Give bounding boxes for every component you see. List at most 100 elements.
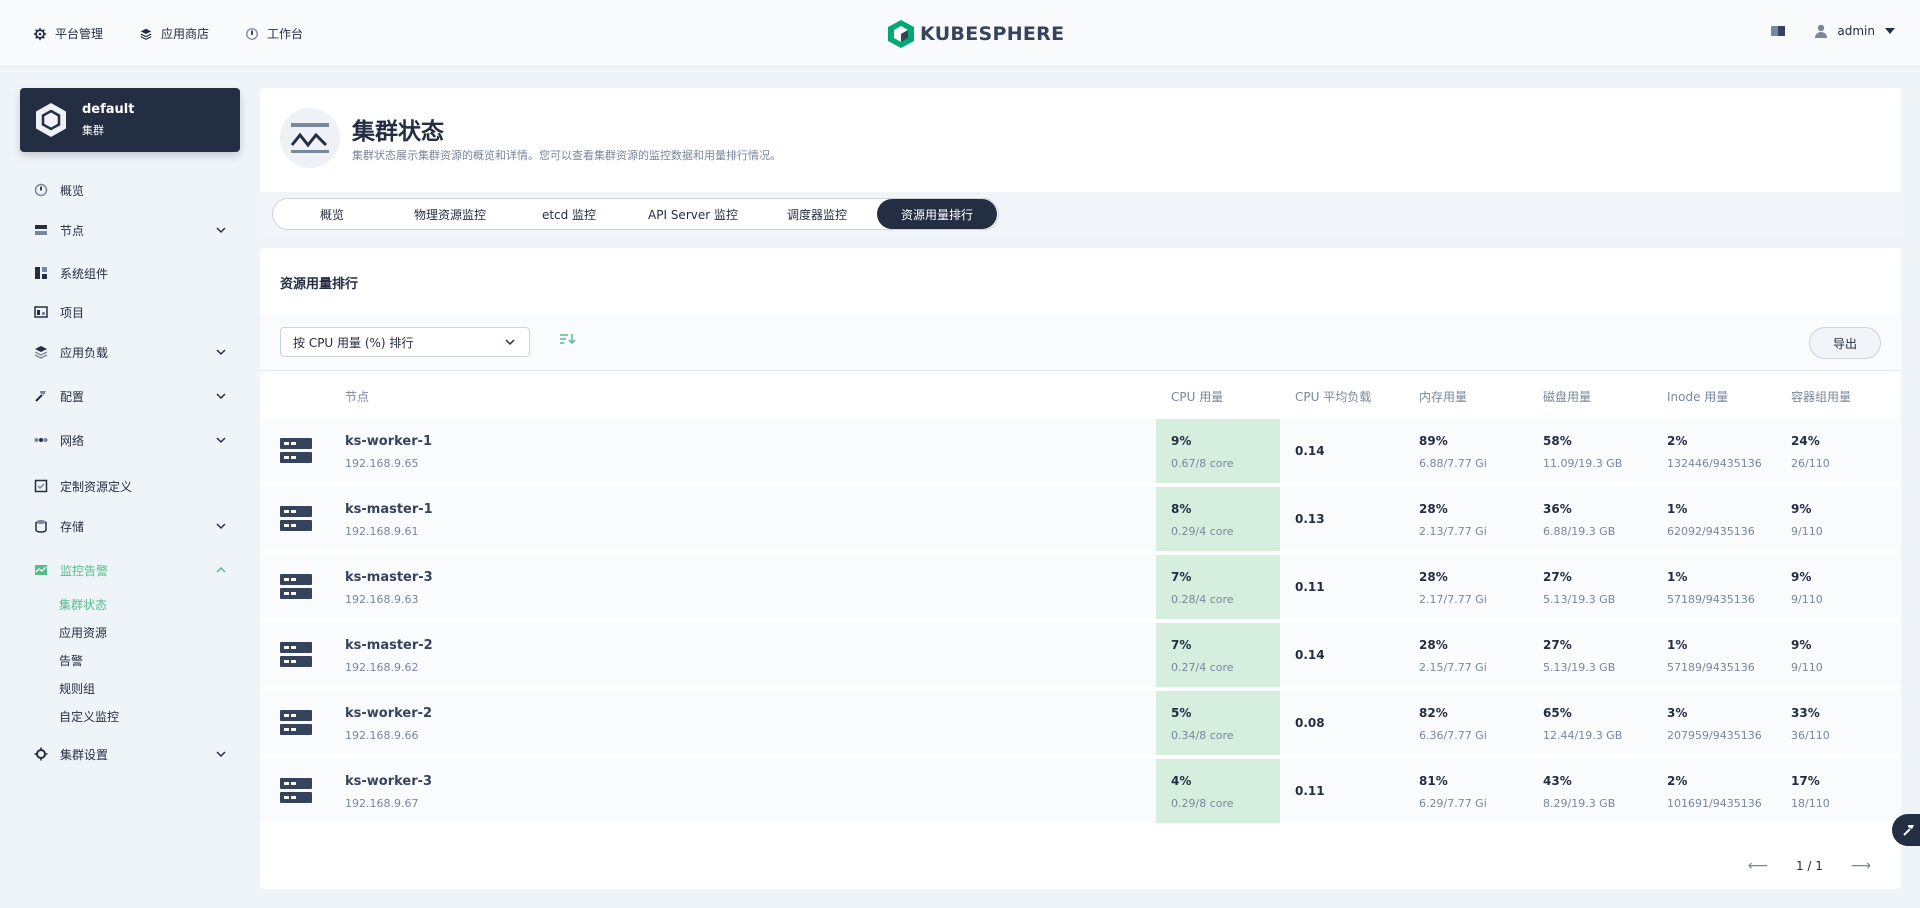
crd-icon <box>34 479 48 493</box>
pagination: ⟵ 1 / 1 ⟶ <box>1748 858 1871 874</box>
sidebar-item-cluster-settings[interactable]: 集群设置 <box>20 739 240 769</box>
submenu-alerts[interactable]: 告警 <box>59 652 83 669</box>
sidebar-item-network[interactable]: 网络 <box>20 425 240 455</box>
disk-usage-detail: 11.09/19.3 GB <box>1543 457 1623 470</box>
node-ip: 192.168.9.66 <box>345 729 419 742</box>
node-ip: 192.168.9.65 <box>345 457 419 470</box>
brand-logo[interactable]: KUBESPHERE <box>888 20 1064 48</box>
table-row[interactable]: ks-master-2 192.168.9.62 7% 0.27/4 core 0.14… <box>260 623 1901 687</box>
tab-physical-resources[interactable]: 物理资源监控 <box>391 199 509 229</box>
cpu-cell-highlight: 4% 0.29/8 core <box>1156 759 1280 823</box>
tab-api-server[interactable]: API Server 监控 <box>629 199 757 229</box>
table-row[interactable]: ks-worker-1 192.168.9.65 9% 0.67/8 core 0.14… <box>260 419 1901 483</box>
memory-usage-detail: 6.29/7.77 Gi <box>1419 797 1487 810</box>
disk-usage: 27% <box>1543 638 1572 652</box>
submenu-custom-monitoring[interactable]: 自定义监控 <box>59 708 119 725</box>
cpu-load: 0.13 <box>1295 512 1325 526</box>
nav-workbench[interactable]: 工作台 <box>245 25 303 42</box>
inode-usage-detail: 57189/9435136 <box>1667 593 1755 606</box>
cpu-usage: 7% <box>1171 570 1192 584</box>
page-indicator: 1 / 1 <box>1795 859 1823 873</box>
node-name-link[interactable]: ks-master-1 <box>345 502 433 517</box>
column-header-disk[interactable]: 磁盘用量 <box>1543 388 1591 405</box>
submenu-app-resources[interactable]: 应用资源 <box>59 624 107 641</box>
cpu-cell-highlight: 7% 0.27/4 core <box>1156 623 1280 687</box>
nav-platform-management[interactable]: 平台管理 <box>33 25 103 42</box>
tab-etcd[interactable]: etcd 监控 <box>509 199 629 229</box>
chevron-down-icon <box>216 523 226 530</box>
submenu-rule-groups[interactable]: 规则组 <box>59 680 95 697</box>
notification-icon[interactable] <box>1771 25 1786 37</box>
user-menu[interactable]: admin <box>1815 24 1895 38</box>
page-description: 集群状态展示集群资源的概览和详情。您可以查看集群资源的监控数据和用量排行情况。 <box>352 149 781 162</box>
sidebar-item-config[interactable]: 配置 <box>20 381 240 411</box>
cluster-info: default 集群 <box>82 102 134 138</box>
cpu-usage: 8% <box>1171 502 1192 516</box>
tab-overview[interactable]: 概览 <box>273 199 391 229</box>
inode-usage-detail: 62092/9435136 <box>1667 525 1755 538</box>
node-name-link[interactable]: ks-worker-1 <box>345 434 432 449</box>
platform-gear-icon <box>33 27 47 40</box>
sidebar-item-label: 定制资源定义 <box>60 479 133 494</box>
export-button[interactable]: 导出 <box>1809 327 1881 359</box>
nav-app-store[interactable]: 应用商店 <box>139 25 209 42</box>
top-header: 平台管理 应用商店 工作台 KUBESPHERE admin <box>0 0 1920 67</box>
cpu-usage-detail: 0.29/4 core <box>1171 525 1234 538</box>
sidebar-item-monitoring[interactable]: 监控告警 <box>20 555 240 585</box>
cpu-usage: 4% <box>1171 774 1192 788</box>
tab-resource-usage-ranking[interactable]: 资源用量排行 <box>877 199 997 229</box>
sidebar-item-overview[interactable]: 概览 <box>20 175 240 205</box>
cpu-load: 0.14 <box>1295 648 1325 662</box>
submenu-cluster-status[interactable]: 集群状态 <box>59 596 107 613</box>
sidebar-item-label: 配置 <box>60 389 85 404</box>
node-name-link[interactable]: ks-worker-2 <box>345 706 432 721</box>
sidebar-item-workloads[interactable]: 应用负载 <box>20 337 240 367</box>
username: admin <box>1837 24 1875 38</box>
table-row[interactable]: ks-worker-3 192.168.9.67 4% 0.29/8 core 0.11… <box>260 759 1901 823</box>
cpu-load: 0.08 <box>1295 716 1325 730</box>
memory-usage: 28% <box>1419 570 1448 584</box>
disk-usage: 27% <box>1543 570 1572 584</box>
node-name-link[interactable]: ks-master-2 <box>345 638 433 653</box>
chevron-down-icon <box>216 227 226 234</box>
sidebar-item-crd[interactable]: 定制资源定义 <box>20 471 240 501</box>
column-header-inode[interactable]: Inode 用量 <box>1667 388 1728 405</box>
sidebar-item-projects[interactable]: 项目 <box>20 297 240 327</box>
sidebar-item-storage[interactable]: 存储 <box>20 511 240 541</box>
user-avatar-icon <box>1815 24 1828 38</box>
top-nav: 平台管理 应用商店 工作台 <box>33 25 303 42</box>
sidebar-item-label: 监控告警 <box>60 563 109 578</box>
column-header-cpu-load[interactable]: CPU 平均负载 <box>1295 388 1371 405</box>
next-page-icon[interactable]: ⟶ <box>1851 858 1871 874</box>
inode-usage: 1% <box>1667 502 1688 516</box>
pod-usage: 9% <box>1791 638 1812 652</box>
column-header-node[interactable]: 节点 <box>345 388 369 405</box>
cpu-load: 0.14 <box>1295 444 1325 458</box>
node-ip: 192.168.9.63 <box>345 593 419 606</box>
sidebar-item-nodes[interactable]: 节点 <box>20 215 240 245</box>
nav-app-store-label: 应用商店 <box>161 27 210 41</box>
column-header-memory[interactable]: 内存用量 <box>1419 388 1467 405</box>
node-name-link[interactable]: ks-master-3 <box>345 570 433 585</box>
sort-select[interactable]: 按 CPU 用量 (%) 排行 <box>280 327 530 357</box>
node-ip: 192.168.9.62 <box>345 661 419 674</box>
table-row[interactable]: ks-master-1 192.168.9.61 8% 0.29/4 core 0.13… <box>260 487 1901 551</box>
pod-usage: 17% <box>1791 774 1820 788</box>
nodes-icon <box>35 225 47 235</box>
pod-usage-detail: 18/110 <box>1791 797 1830 810</box>
pod-usage-detail: 36/110 <box>1791 729 1830 742</box>
column-header-cpu[interactable]: CPU 用量 <box>1171 388 1223 405</box>
sort-order-icon[interactable] <box>560 333 576 345</box>
node-name-link[interactable]: ks-worker-3 <box>345 774 432 789</box>
sidebar-item-components[interactable]: 系统组件 <box>20 258 240 288</box>
floating-toolbox-button[interactable] <box>1892 814 1920 846</box>
table-row[interactable]: ks-master-3 192.168.9.63 7% 0.28/4 core 0.11… <box>260 555 1901 619</box>
cpu-usage-detail: 0.29/8 core <box>1171 797 1234 810</box>
column-header-pods[interactable]: 容器组用量 <box>1791 388 1851 405</box>
cluster-selector[interactable]: default 集群 <box>20 88 240 152</box>
storage-icon <box>35 520 47 533</box>
prev-page-icon[interactable]: ⟵ <box>1748 858 1768 874</box>
tab-scheduler[interactable]: 调度器监控 <box>757 199 877 229</box>
inode-usage: 1% <box>1667 570 1688 584</box>
table-row[interactable]: ks-worker-2 192.168.9.66 5% 0.34/8 core 0.08… <box>260 691 1901 755</box>
